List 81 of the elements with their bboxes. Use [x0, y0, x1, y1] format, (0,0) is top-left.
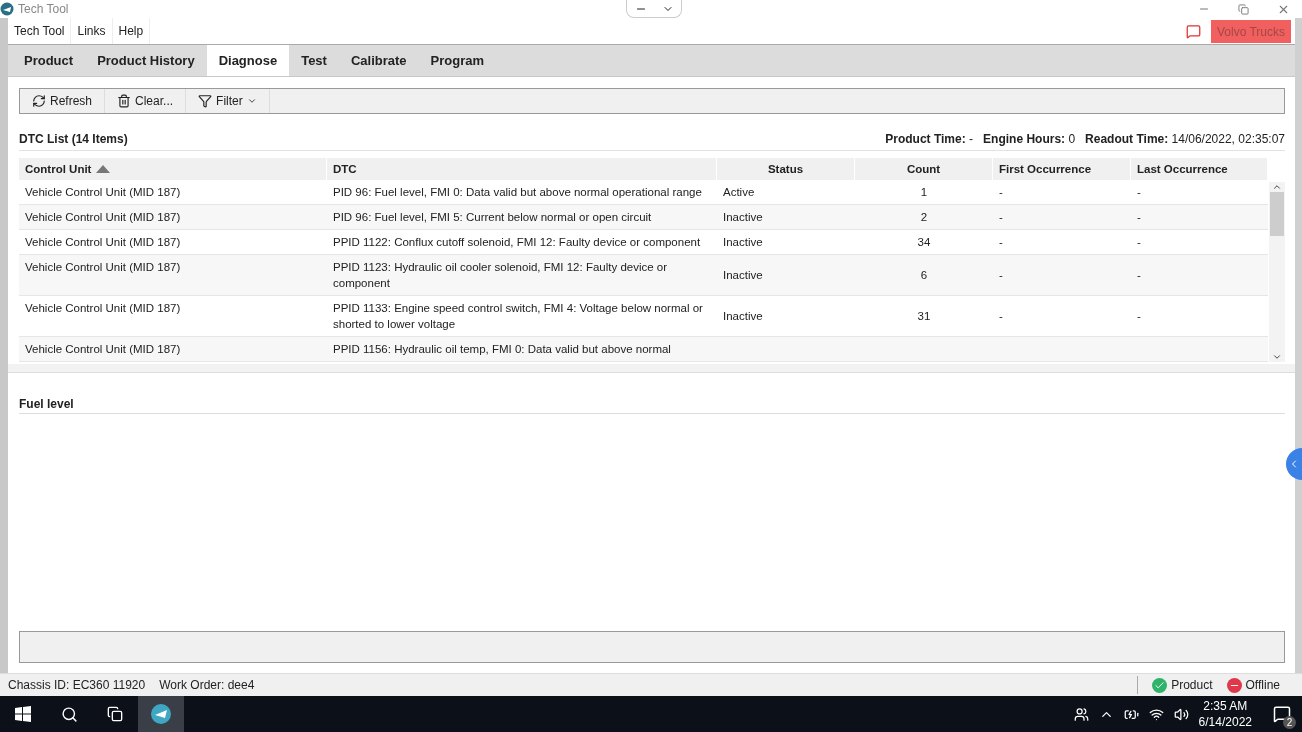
table-cell-text: - — [1137, 185, 1141, 200]
collapse-tab-button[interactable] — [1286, 448, 1302, 480]
table-cell-text: 1 — [920, 185, 928, 200]
splitter-handle[interactable] — [8, 364, 1295, 373]
filter-icon — [198, 94, 213, 108]
tab[interactable]: Diagnose — [206, 45, 290, 76]
volume-icon[interactable] — [1173, 706, 1189, 722]
table-cell-text: Vehicle Control Unit (MID 187) — [25, 301, 181, 316]
table-cell-text: - — [1137, 210, 1141, 225]
list-title: DTC List (14 Items) — [19, 132, 128, 146]
table-cell-text: Inactive — [723, 235, 763, 250]
table-cell-text: - — [999, 235, 1003, 250]
table-cell-text: Active — [723, 185, 755, 200]
detail-title: Fuel level — [19, 397, 1285, 414]
table-cell-text: 31 — [917, 309, 931, 324]
toolbar-button[interactable]: Filter — [186, 89, 270, 113]
status-text: Chassis ID: EC360 11920 — [8, 678, 146, 692]
people-icon[interactable] — [1073, 706, 1089, 722]
table-cell-text: Inactive — [723, 268, 763, 283]
column-header[interactable]: Control Unit — [19, 158, 327, 180]
table-cell-text: - — [999, 309, 1003, 324]
menu-item[interactable]: Links — [71, 18, 113, 44]
menu-item[interactable]: Help — [112, 18, 151, 44]
sort-ascending-icon — [96, 165, 111, 173]
toolbar-button[interactable]: Clear... — [105, 89, 187, 113]
table-cell-text: PID 96: Fuel level, FMI 0: Data valid but above normal operational range — [333, 185, 702, 200]
scrollbar[interactable] — [1269, 182, 1285, 362]
table-cell-text: PPID 1122: Conflux cutoff solenoid, FMI 12: Faulty device or component — [333, 235, 701, 250]
table-cell-text: Vehicle Control Unit (MID 187) — [25, 235, 181, 250]
tab[interactable]: Calibrate — [338, 45, 419, 76]
table-cell-text: - — [999, 185, 1003, 200]
table-cell-text: - — [999, 210, 1003, 225]
tab[interactable]: Product — [12, 45, 86, 76]
table-cell-text: PPID 1123: Hydraulic oil cooler solenoid, FMI 12: Faulty device or component — [333, 260, 669, 291]
trash-icon — [117, 94, 132, 108]
notification-count: 2 — [1283, 716, 1296, 729]
table-cell-text: 2 — [920, 210, 928, 225]
table-cell-text: Vehicle Control Unit (MID 187) — [25, 260, 181, 275]
scroll-thumb[interactable] — [1270, 192, 1284, 236]
table-cell-text: Inactive — [723, 309, 763, 324]
tab[interactable]: Product History — [85, 45, 207, 76]
column-header[interactable]: DTC — [327, 158, 717, 180]
readout-info: Readout Time: 14/06/2022, 02:35:07 — [1085, 132, 1285, 146]
menu-item[interactable]: Tech Tool — [8, 18, 72, 44]
window-title: Tech Tool — [18, 2, 69, 16]
table-cell-text: - — [1137, 309, 1141, 324]
table-cell-text: - — [1137, 268, 1141, 283]
app-logo-icon — [0, 2, 14, 16]
table-cell-text: Vehicle Control Unit (MID 187) — [25, 342, 181, 357]
column-header[interactable]: Status — [717, 158, 855, 180]
table-cell-text: Vehicle Control Unit (MID 187) — [25, 185, 181, 200]
table-cell-text: Vehicle Control Unit (MID 187) — [25, 210, 181, 225]
table-cell-text: PID 96: Fuel level, FMI 5: Current below normal or open circuit — [333, 210, 652, 225]
table-cell-text: - — [1137, 235, 1141, 250]
readout-info: Product Time: - — [885, 132, 974, 146]
table-cell-text: PPID 1133: Engine speed control switch, FMI 4: Voltage below normal or shorted to lower voltage — [333, 301, 704, 332]
clock-time[interactable]: 2:35 AM — [1203, 698, 1248, 714]
table-cell-text: 6 — [920, 268, 928, 283]
scroll-down-icon[interactable] — [1272, 352, 1282, 362]
app-taskbar-icon[interactable] — [138, 696, 184, 732]
readout-info: Engine Hours: 0 — [983, 132, 1076, 146]
table-cell-text: PPID 1156: Hydraulic oil temp, FMI 0: Data valid but above normal — [333, 342, 671, 357]
wifi-icon[interactable] — [1148, 706, 1164, 722]
toolbar-button[interactable]: Refresh — [20, 89, 106, 113]
restore-icon[interactable] — [1238, 2, 1249, 16]
table-cell-text: 34 — [917, 235, 931, 250]
table-cell-text: - — [999, 268, 1003, 283]
column-header[interactable]: First Occurrence — [993, 158, 1131, 180]
table-cell-text: Inactive — [723, 210, 763, 225]
status-text: Work Order: dee4 — [159, 678, 255, 692]
status-label: Offline — [1245, 678, 1280, 692]
tab[interactable]: Program — [418, 45, 497, 76]
caret-icon — [246, 96, 257, 106]
status-label: Product — [1171, 678, 1213, 692]
column-header[interactable]: Count — [855, 158, 993, 180]
clock-date[interactable]: 6/14/2022 — [1198, 714, 1252, 730]
column-header[interactable]: Last Occurrence — [1131, 158, 1268, 180]
refresh-icon — [32, 94, 46, 108]
scroll-up-icon[interactable] — [1272, 182, 1282, 192]
tab[interactable]: Test — [289, 45, 339, 76]
remote-control-tab[interactable] — [626, 0, 682, 18]
